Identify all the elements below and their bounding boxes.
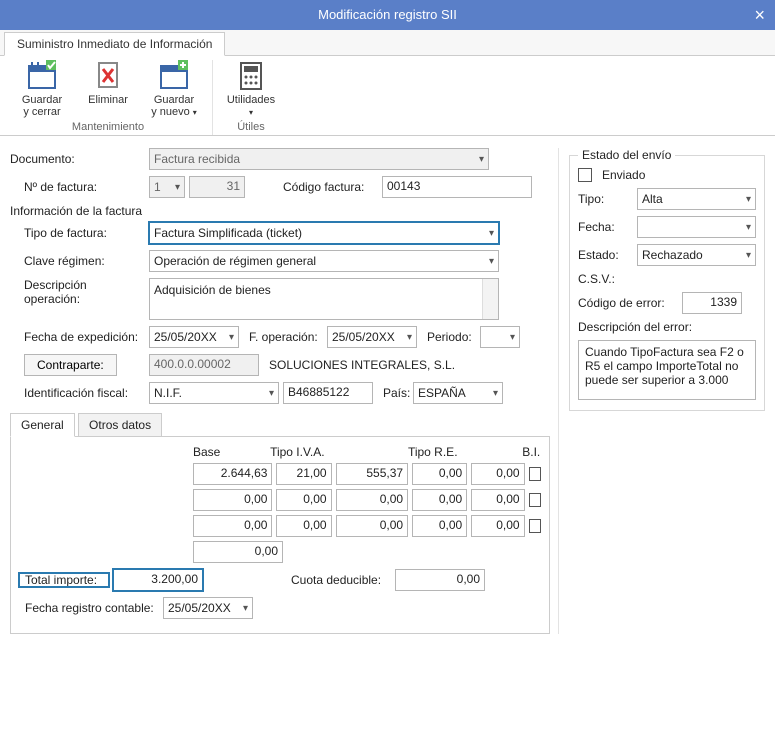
col-bi: B.I. (522, 445, 541, 459)
label-cod-error: Código de error: (578, 296, 678, 310)
section-info-factura: Información de la factura (10, 204, 550, 218)
estado-envio-fieldset: Estado del envío Enviado Tipo: Alta Fech… (569, 148, 765, 411)
clave-regimen-select[interactable]: Operación de régimen general (149, 250, 499, 272)
ribbon-group-utiles: Utilidades▾ Útiles (213, 60, 289, 135)
ribbon-group-label-util: Útiles (221, 121, 281, 133)
pais-select[interactable]: ESPAÑA (413, 382, 503, 404)
grid-row: 0,00 0,00 0,00 0,00 0,00 (19, 489, 541, 511)
left-column: Documento: Factura recibida Nº de factur… (10, 148, 550, 634)
contraparte-codigo: 400.0.0.00002 (149, 354, 259, 376)
grid-general: Base Tipo I.V.A. Tipo R.E. B.I. 2.644,63… (10, 437, 550, 634)
label-fecha-reg-cont: Fecha registro contable: (19, 601, 159, 615)
label-documento: Documento: (10, 152, 145, 166)
cuota-deducible-input[interactable]: 0,00 (395, 569, 485, 591)
save-close-icon (26, 60, 58, 92)
cell-extra-base[interactable]: 0,00 (193, 541, 283, 563)
label-ident-fiscal: Identificación fiscal: (10, 386, 145, 400)
fecha-reg-cont-input[interactable]: 25/05/20XX (163, 597, 253, 619)
cell-base[interactable]: 2.644,63 (193, 463, 272, 485)
utilidades-button[interactable]: Utilidades▾ (221, 60, 281, 119)
window-titlebar: Modificación registro SII × (0, 0, 775, 30)
col-tipo-iva: Tipo I.V.A. (270, 445, 327, 459)
label-f-operacion: F. operación: (243, 330, 323, 344)
codfactura-input[interactable]: 00143 (382, 176, 532, 198)
fecha-exp-input[interactable]: 25/05/20XX (149, 326, 239, 348)
tab-otros-datos[interactable]: Otros datos (78, 413, 162, 437)
label-fecha-envio: Fecha: (578, 220, 633, 234)
estado-envio-select[interactable]: Rechazado (637, 244, 756, 266)
nfactura-serie-select[interactable]: 1 (149, 176, 185, 198)
label-total-importe: Total importe: (19, 573, 109, 587)
calculator-icon (235, 60, 267, 92)
label-contraparte: Contraparte: (10, 354, 145, 376)
documento-select[interactable]: Factura recibida (149, 148, 489, 170)
cell-bi-checkbox[interactable] (529, 519, 541, 533)
cell-re[interactable]: 0,00 (471, 463, 524, 485)
fecha-envio-input[interactable] (637, 216, 756, 238)
label-fecha-exp: Fecha de expedición: (10, 330, 145, 344)
col-base: Base (193, 445, 266, 459)
tipo-factura-select[interactable]: Factura Simplificada (ticket) (149, 222, 499, 244)
window-title: Modificación registro SII (318, 7, 457, 22)
desc-error-text: Cuando TipoFactura sea F2 o R5 el campo … (578, 340, 756, 400)
cod-error-input[interactable]: 1339 (682, 292, 742, 314)
legend-estado-envio: Estado del envío (578, 148, 675, 162)
scrollbar[interactable] (482, 279, 498, 319)
cell-tipo-re[interactable]: 0,00 (412, 463, 467, 485)
nfactura-num-input[interactable]: 31 (189, 176, 245, 198)
ribbon: Guardary cerrar Eliminar Guardary nuevo … (0, 56, 775, 136)
grid-row: 2.644,63 21,00 555,37 0,00 0,00 (19, 463, 541, 485)
cell-bi-checkbox[interactable] (529, 493, 541, 507)
label-cuota-deducible: Cuota deducible: (291, 573, 391, 587)
label-tipo-envio: Tipo: (578, 192, 633, 206)
label-csv: C.S.V.: (578, 272, 615, 286)
save-new-icon (158, 60, 190, 92)
tab-general[interactable]: General (10, 413, 75, 437)
ribbon-group-label-mant: Mantenimiento (12, 121, 204, 133)
label-desc-op: Descripción operación: (10, 278, 145, 306)
contraparte-button[interactable]: Contraparte: (24, 354, 117, 376)
ident-tipo-select[interactable]: N.I.F. (149, 382, 279, 404)
grid-row: 0,00 0,00 0,00 0,00 0,00 (19, 515, 541, 537)
eliminar-button[interactable]: Eliminar (78, 60, 138, 119)
tab-sii[interactable]: Suministro Inmediato de Información (4, 32, 225, 56)
cell-bi-checkbox[interactable] (529, 467, 541, 481)
enviado-checkbox[interactable] (578, 168, 592, 182)
label-desc-error: Descripción del error: (578, 320, 692, 334)
close-icon[interactable]: × (754, 0, 765, 30)
periodo-select[interactable] (480, 326, 520, 348)
total-importe-input[interactable]: 3.200,00 (113, 569, 203, 591)
delete-icon (92, 60, 124, 92)
subtabs: General Otros datos (10, 412, 550, 437)
guardar-nuevo-button[interactable]: Guardary nuevo ▾ (144, 60, 204, 119)
ident-num-input[interactable]: B46885122 (283, 382, 373, 404)
tabstrip: Suministro Inmediato de Información (0, 30, 775, 56)
label-tipo-factura: Tipo de factura: (10, 226, 145, 240)
label-enviado: Enviado (602, 168, 645, 182)
desc-op-textarea[interactable]: Adquisición de bienes (149, 278, 499, 320)
label-pais: País: (377, 386, 409, 400)
label-clave-regimen: Clave régimen: (10, 254, 145, 268)
label-codfactura: Código factura: (283, 180, 378, 194)
f-operacion-input[interactable]: 25/05/20XX (327, 326, 417, 348)
cell-iva[interactable]: 555,37 (336, 463, 408, 485)
right-column: Estado del envío Enviado Tipo: Alta Fech… (558, 148, 765, 634)
grid-row-extra: 0,00 (19, 541, 541, 563)
cell-tipo-iva[interactable]: 21,00 (276, 463, 331, 485)
contraparte-nombre: SOLUCIONES INTEGRALES, S.L. (263, 358, 455, 372)
col-tipo-re: Tipo R.E. (408, 445, 465, 459)
label-nfactura: Nº de factura: (10, 180, 145, 194)
guardar-cerrar-button[interactable]: Guardary cerrar (12, 60, 72, 119)
label-periodo: Periodo: (421, 330, 476, 344)
ribbon-group-mantenimiento: Guardary cerrar Eliminar Guardary nuevo … (4, 60, 213, 135)
label-estado-envio: Estado: (578, 248, 633, 262)
tipo-envio-select[interactable]: Alta (637, 188, 756, 210)
